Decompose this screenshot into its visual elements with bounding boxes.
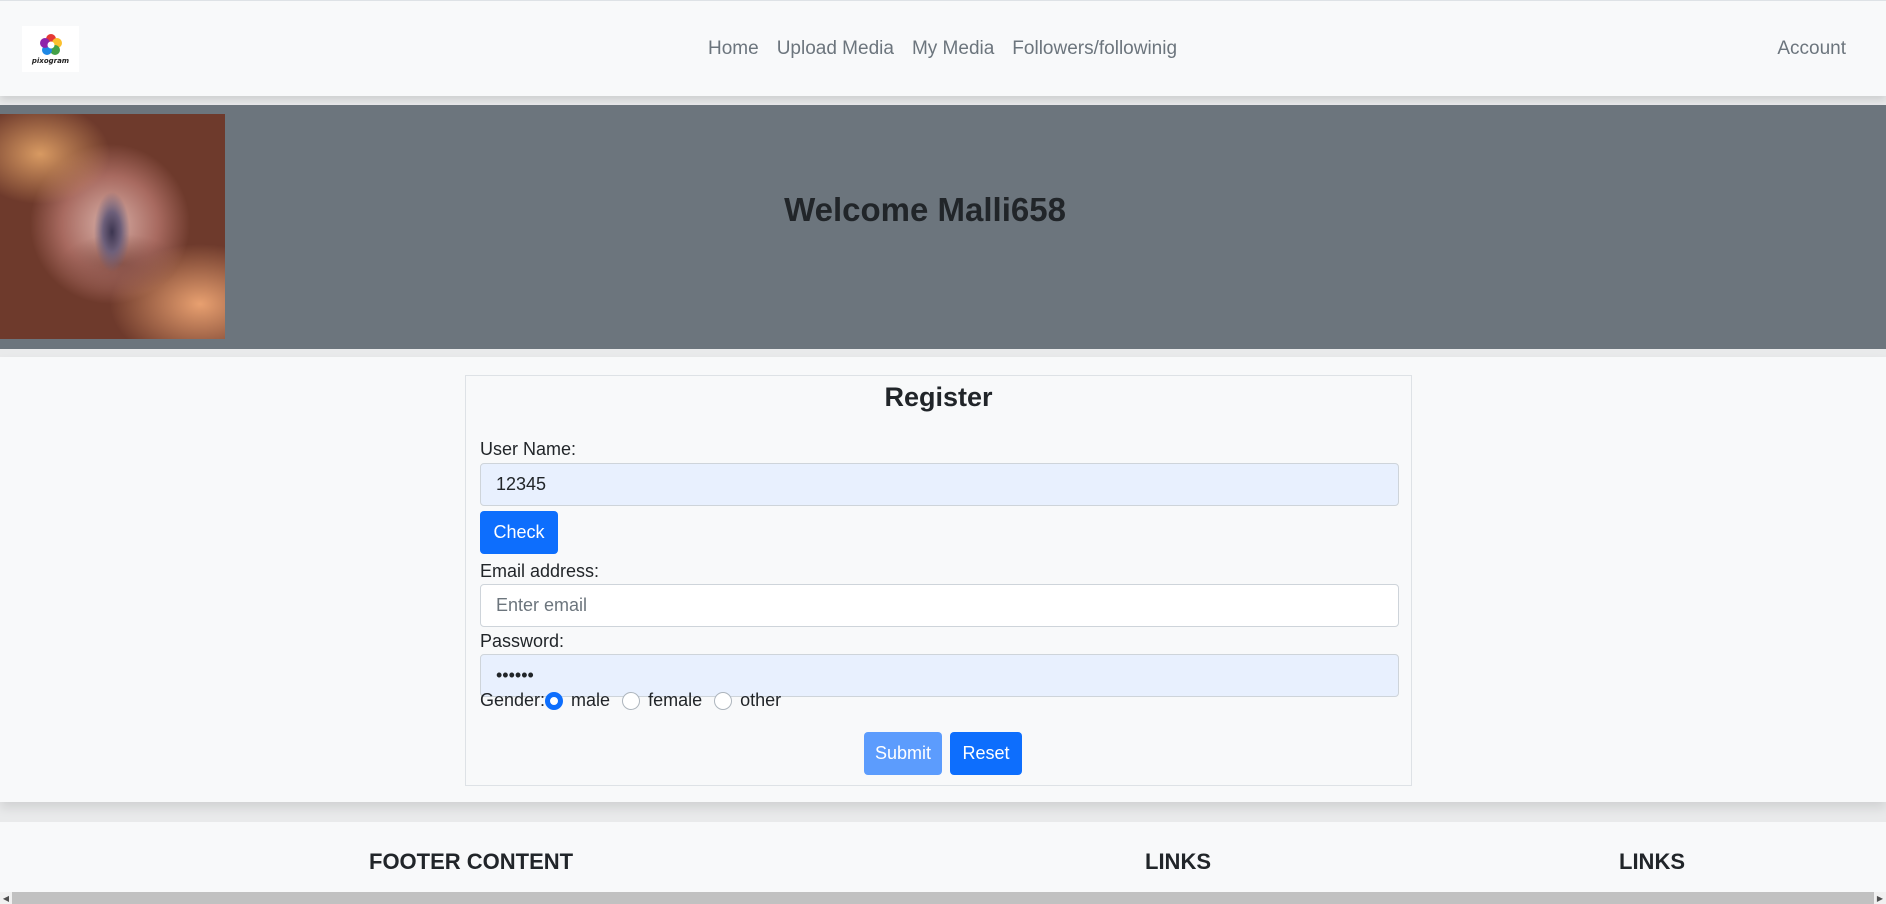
username-label: User Name: <box>480 439 577 459</box>
welcome-title: Welcome Malli658 <box>784 191 1066 228</box>
nav-item-my-media[interactable]: My Media <box>903 38 1003 60</box>
footer-heading-content: FOOTER CONTENT <box>369 849 574 874</box>
email-label: Email address: <box>480 561 600 581</box>
nav-item-followers[interactable]: Followers/followinig <box>1003 38 1186 60</box>
brand-logo[interactable]: pixogram <box>22 26 79 72</box>
gender-radio-female[interactable] <box>622 691 641 710</box>
reset-button[interactable]: Reset <box>950 732 1022 775</box>
password-label: Password: <box>480 631 565 651</box>
welcome-banner: Welcome Malli658 <box>0 105 1886 349</box>
register-title: Register <box>884 382 993 412</box>
navbar: pixogram Home Upload Media My Media Foll… <box>0 0 1886 96</box>
main-content: Register User Name: 12345 Check Email ad… <box>0 357 1886 802</box>
register-form: Register User Name: 12345 Check Email ad… <box>465 375 1412 786</box>
email-input[interactable]: Enter email <box>480 584 1399 627</box>
gender-radio-other[interactable] <box>714 691 733 710</box>
username-input[interactable]: 12345 <box>480 463 1399 506</box>
nav-item-account[interactable]: Account <box>1777 38 1846 60</box>
gender-option-label: male <box>571 690 611 710</box>
nav-item-home[interactable]: Home <box>699 38 768 60</box>
footer-heading-links: LINKS <box>1145 849 1211 874</box>
nav-links: Home Upload Media My Media Followers/fol… <box>699 38 1186 60</box>
pixogram-logo-icon <box>39 33 62 55</box>
scroll-left-icon[interactable]: ◀ <box>0 892 12 904</box>
gender-group: Gender: male female other <box>480 690 793 711</box>
horizontal-scrollbar[interactable]: ◀ ▶ <box>0 892 1886 904</box>
gender-option-label: female <box>648 690 703 710</box>
scroll-right-icon[interactable]: ▶ <box>1874 892 1886 904</box>
footer-heading-links: LINKS <box>1619 849 1685 874</box>
check-button[interactable]: Check <box>480 511 558 554</box>
gender-option-label: other <box>740 690 782 710</box>
nav-item-upload-media[interactable]: Upload Media <box>768 38 903 60</box>
gender-label: Gender: <box>480 690 546 710</box>
gender-radio-male[interactable] <box>545 691 564 710</box>
submit-button[interactable]: Submit <box>864 732 942 775</box>
brand-name: pixogram <box>31 56 70 65</box>
